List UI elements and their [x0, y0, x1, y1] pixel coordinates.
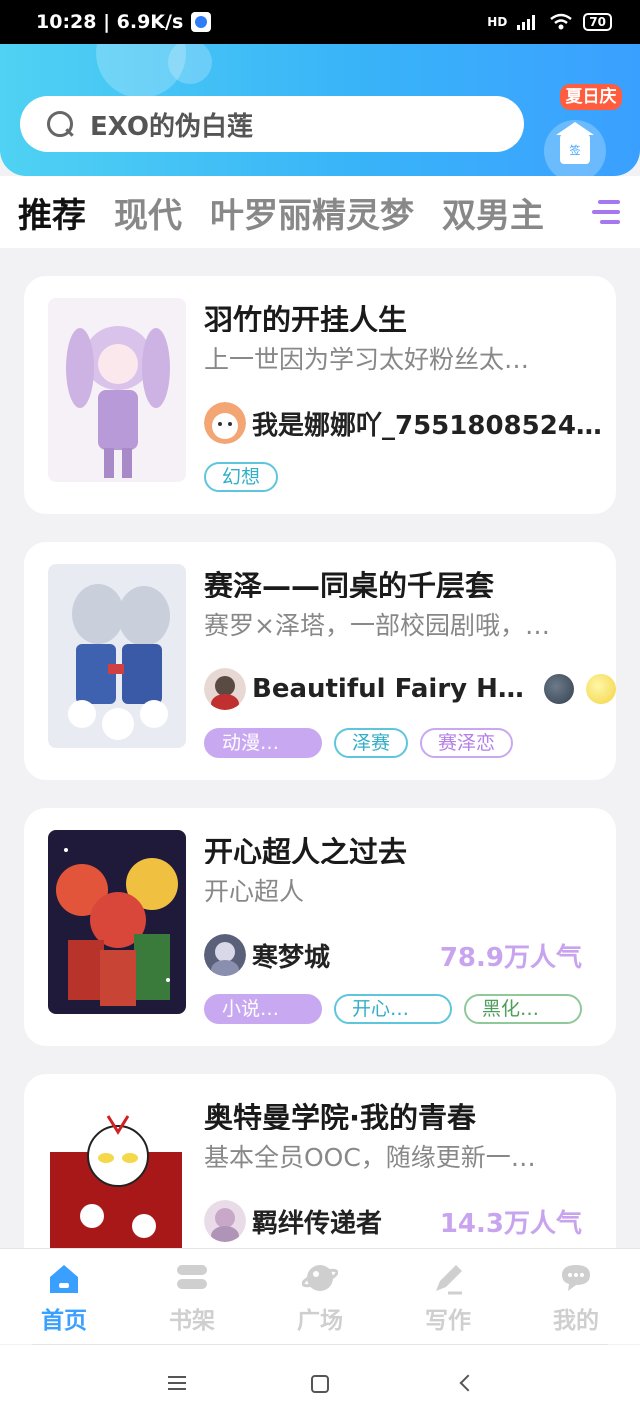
nav-label: 我的 [553, 1308, 599, 1334]
search-input[interactable]: EXO的伪白莲 [90, 106, 253, 143]
author-name: 羁绊传递者 [252, 1208, 383, 1239]
status-time: 10:28 | 6.9K/s [36, 11, 184, 33]
author-row: 寒梦城 78.9万人气 [204, 934, 616, 976]
system-nav-bar [0, 1345, 640, 1422]
tag[interactable]: 开心… [334, 994, 452, 1024]
avatar [204, 1200, 246, 1242]
story-card[interactable]: 开心超人之过去 开心超人 寒梦城 78.9万人气 小说… 开心… 黑化… [24, 808, 616, 1046]
bookshelf-icon [177, 1265, 207, 1289]
category-tabs: 推荐 现代 叶罗丽精灵梦 双男主 [0, 176, 640, 248]
avatar [204, 402, 246, 444]
app-notification-icon [191, 12, 212, 32]
author-name: Beautiful Fairy Huo. [252, 674, 532, 704]
pen-icon [436, 1265, 462, 1295]
author-name: 我是娜娜吖_75518085244… [252, 410, 616, 441]
recent-apps-icon[interactable] [168, 1376, 186, 1390]
header: EXO的伪白莲 夏日庆 签 [0, 44, 640, 176]
tag[interactable]: 动漫… [204, 728, 322, 758]
story-title: 奥特曼学院·我的青春 [204, 1101, 477, 1130]
story-description: 上一世因为学习太好粉丝太… [204, 345, 530, 374]
checkin-house-icon: 签 [544, 120, 606, 176]
story-card[interactable]: 羽竹的开挂人生 上一世因为学习太好粉丝太… 我是娜娜吖_75518085244…… [24, 276, 616, 514]
author-row: 我是娜娜吖_75518085244… [204, 402, 616, 444]
author-row: Beautiful Fairy Huo. [204, 668, 616, 710]
story-description: 赛罗×泽塔，一部校园剧哦，… [204, 611, 550, 640]
story-cover [48, 298, 186, 482]
author-name: 寒梦城 [252, 942, 331, 973]
nav-bookshelf[interactable]: 书架 [128, 1249, 256, 1344]
new-moon-emoji-icon [544, 674, 574, 704]
nav-write[interactable]: 写作 [384, 1249, 512, 1344]
popularity-count: 78.9万人气 [439, 942, 582, 973]
search-bar[interactable]: EXO的伪白莲 [20, 96, 524, 152]
avatar [204, 668, 246, 710]
planet-icon [302, 1265, 338, 1291]
nav-label: 书架 [169, 1308, 215, 1334]
network-type: HD [487, 15, 508, 29]
checkin-label: 签 [556, 122, 594, 164]
wifi-icon [550, 13, 573, 30]
tag-list: 小说… 开心… 黑化… [204, 994, 582, 1024]
checkin-button[interactable]: 夏日庆 签 [544, 44, 622, 176]
story-card[interactable]: 赛泽——同桌的千层套 赛罗×泽塔，一部校园剧哦，… Beautiful Fair… [24, 542, 616, 780]
home-button-icon[interactable] [311, 1375, 329, 1393]
decor-bubble [168, 44, 212, 84]
nav-label: 首页 [41, 1308, 87, 1334]
tag-list: 动漫… 泽赛 赛泽恋 [204, 728, 514, 758]
nav-square[interactable]: 广场 [256, 1249, 384, 1344]
story-title: 开心超人之过去 [204, 835, 408, 864]
tag[interactable]: 幻想 [204, 462, 279, 492]
story-description: 基本全员OOC，随缘更新一… [204, 1143, 536, 1172]
tab-menu-icon[interactable] [576, 176, 640, 248]
battery-icon: 70 [583, 13, 612, 31]
bottom-nav: 首页 书架 广场 写作 我的 [0, 1248, 640, 1344]
search-icon [46, 110, 74, 138]
nav-label: 写作 [425, 1308, 471, 1334]
tag[interactable]: 小说… [204, 994, 322, 1024]
status-bar: 10:28 | 6.9K/s HD 70 [0, 0, 640, 44]
story-title: 羽竹的开挂人生 [204, 303, 408, 332]
nav-mine[interactable]: 我的 [512, 1249, 640, 1344]
chat-bubble-icon [562, 1265, 590, 1291]
tag[interactable]: 黑化… [464, 994, 582, 1024]
story-title: 赛泽——同桌的千层套 [204, 569, 495, 598]
status-indicators: HD 70 [487, 13, 612, 31]
tab-modern[interactable]: 现代 [114, 188, 182, 237]
tag[interactable]: 赛泽恋 [420, 728, 514, 758]
tab-yeluoli[interactable]: 叶罗丽精灵梦 [210, 188, 414, 237]
home-icon [50, 1265, 78, 1293]
tab-recommend[interactable]: 推荐 [18, 188, 86, 237]
author-row: 羁绊传递者 14.3万人气 [204, 1200, 616, 1242]
popularity-count: 14.3万人气 [439, 1208, 582, 1239]
checkin-badge: 夏日庆 [560, 84, 622, 110]
back-icon[interactable] [459, 1374, 477, 1392]
signal-icon [517, 15, 536, 30]
smiling-moon-emoji-icon [586, 674, 616, 704]
story-cover [48, 564, 186, 748]
story-description: 开心超人 [204, 877, 305, 906]
story-cover [48, 830, 186, 1014]
tag-list: 幻想 [204, 462, 279, 492]
nav-home[interactable]: 首页 [0, 1249, 128, 1344]
tab-double-male[interactable]: 双男主 [442, 188, 544, 237]
nav-label: 广场 [297, 1308, 343, 1334]
avatar [204, 934, 246, 976]
tag[interactable]: 泽赛 [334, 728, 409, 758]
